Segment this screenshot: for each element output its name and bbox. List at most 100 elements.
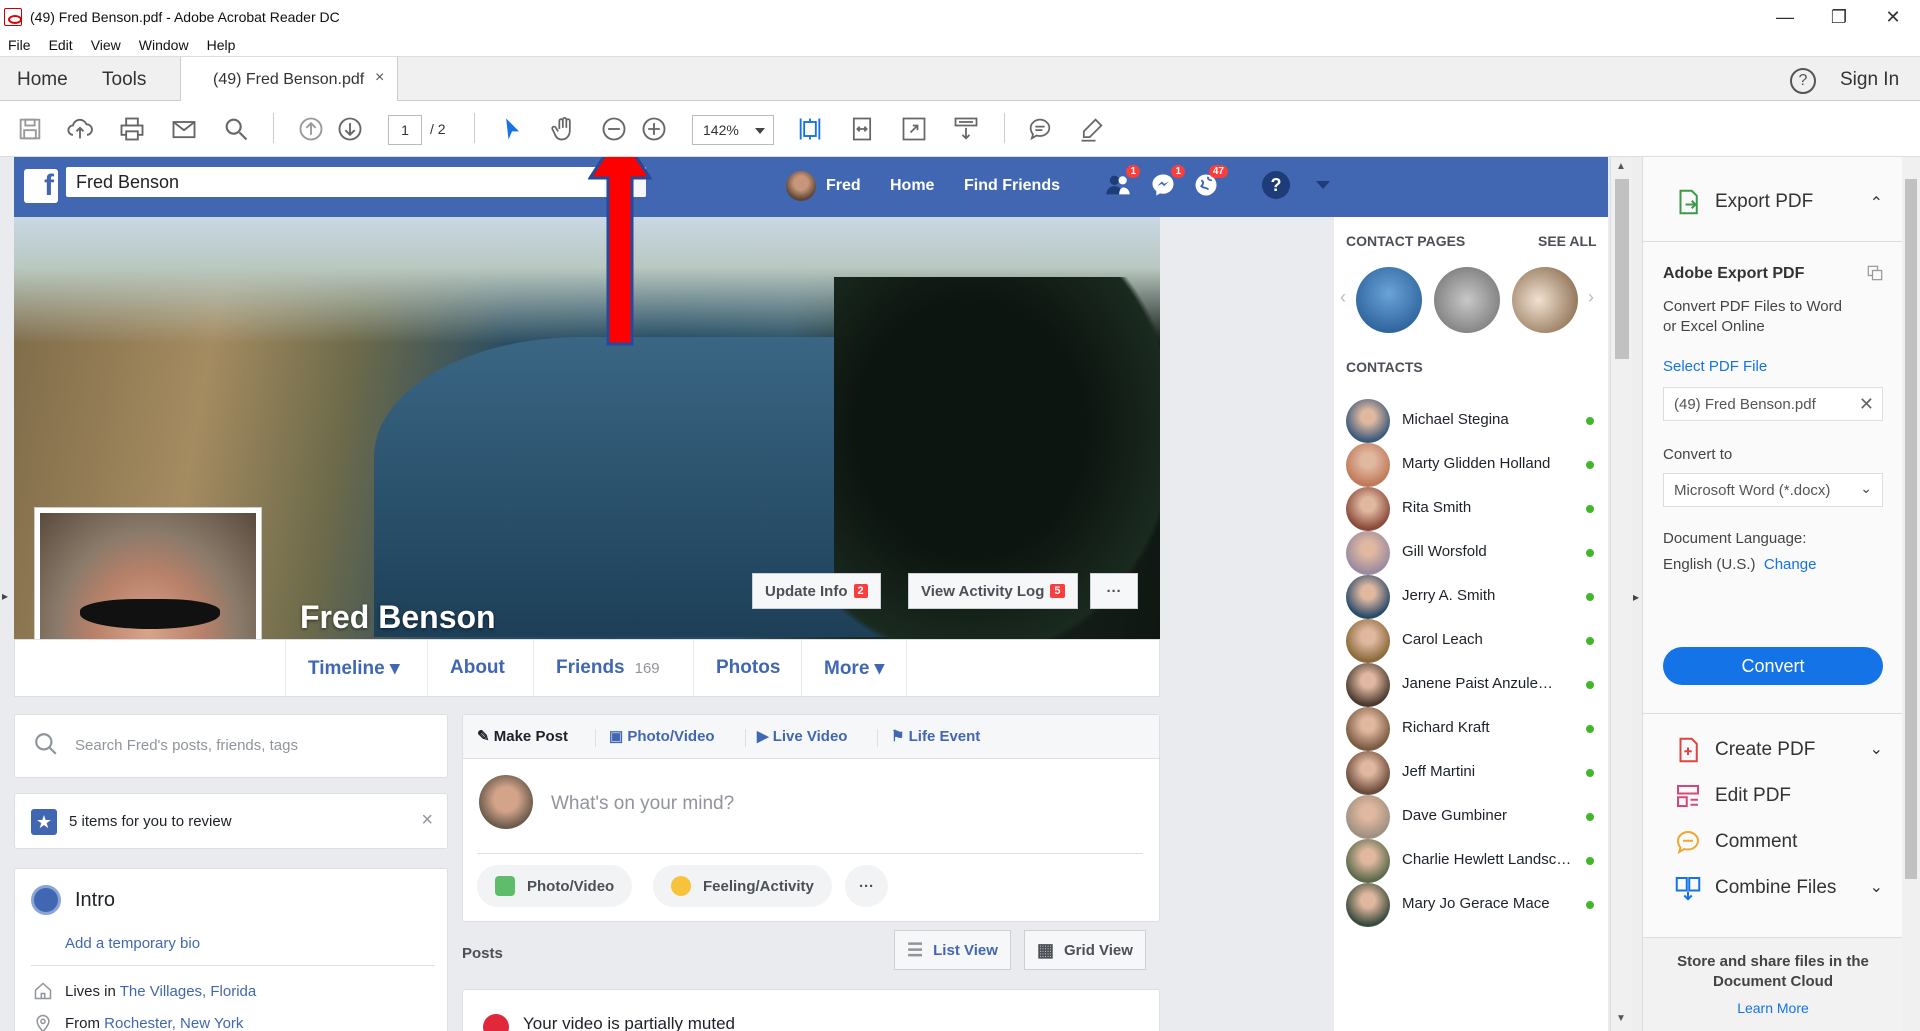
feeling-activity-pill[interactable]: Feeling/Activity [653,865,832,907]
list-view-button[interactable]: ☰ List View [894,930,1011,970]
zoom-in-icon[interactable] [638,113,670,145]
life-event-tab[interactable]: ⚑ Life Event [891,727,980,746]
update-info-button[interactable]: Update Info 2 [752,573,881,609]
facebook-search-input[interactable]: Fred Benson [66,167,646,197]
photo-video-tab[interactable]: ▣ Photo/Video [609,727,715,746]
menu-help[interactable]: Help [207,37,236,53]
tab-timeline[interactable]: Timeline ▾ [285,640,422,696]
full-screen-icon[interactable] [898,113,930,145]
cover-photo[interactable]: Fred Benson Update Info 2 View Activity … [14,217,1160,639]
close-tab-icon[interactable]: × [375,69,384,87]
contact-page-avatar[interactable] [1434,267,1500,333]
document-viewport[interactable]: ▸ f Fred Benson Fred Home Find Friends 1… [0,157,1610,1031]
learn-more-link[interactable]: Learn More [1643,1000,1903,1016]
selected-file-field[interactable]: (49) Fred Benson.pdf ✕ [1663,387,1883,421]
document-scrollbar[interactable]: ▲ ▼ [1610,157,1632,1031]
composer-input[interactable]: What's on your mind? [551,793,734,815]
comment-icon[interactable] [1024,113,1056,145]
help-icon[interactable]: ? [1790,68,1816,94]
close-window-button[interactable]: ✕ [1866,0,1920,34]
collapse-left-pane-icon[interactable]: ▸ [2,589,8,603]
from-link[interactable]: Rochester, New York [104,1015,243,1031]
carousel-next-icon[interactable]: › [1588,287,1594,308]
select-cursor-icon[interactable] [496,113,528,145]
contact-row[interactable]: Mary Jo Gerace Mace [1334,877,1608,931]
notifications-globe-icon[interactable]: 47 [1192,165,1228,199]
change-language-link[interactable]: Change [1764,556,1817,573]
photo-video-pill[interactable]: Photo/Video [477,865,633,907]
zoom-out-icon[interactable] [598,113,630,145]
fit-width-icon[interactable] [846,113,878,145]
messages-icon[interactable]: 1 [1149,165,1185,199]
review-items-card[interactable]: ★ 5 items for you to review × [14,793,448,849]
grid-view-button[interactable]: ▦ Grid View [1024,930,1146,970]
sign-in-link[interactable]: Sign In [1840,69,1899,91]
combine-files-tool[interactable]: Combine Files ⌄ [1643,865,1903,911]
create-pdf-tool[interactable]: Create PDF ⌄ [1643,727,1903,773]
tab-document[interactable]: (49) Fred Benson.pdf × [180,57,398,102]
clear-file-icon[interactable]: ✕ [1859,394,1874,415]
scroll-up-icon[interactable]: ▲ [1616,161,1626,172]
previous-page-icon[interactable] [295,113,327,145]
composer-more-pill[interactable]: ··· [845,865,888,907]
tab-photos[interactable]: Photos [693,640,802,696]
contact-page-avatar[interactable] [1512,267,1578,333]
export-pdf-header[interactable]: Export PDF ⌃ [1643,157,1903,241]
copy-icon[interactable] [1865,263,1885,283]
lives-in-link[interactable]: The Villages, Florida [120,983,256,1000]
nav-profile-link[interactable]: Fred [826,177,861,195]
menu-window[interactable]: Window [139,37,189,53]
next-page-icon[interactable] [334,113,366,145]
scroll-down-icon[interactable]: ▼ [1616,1013,1626,1024]
view-activity-log-button[interactable]: View Activity Log 5 [908,573,1078,609]
comment-tool[interactable]: Comment [1643,819,1903,865]
fit-page-icon[interactable] [794,113,826,145]
profile-name[interactable]: Fred Benson [300,599,496,636]
live-video-tab[interactable]: ▶ Live Video [757,727,847,746]
nav-find-friends-link[interactable]: Find Friends [964,177,1060,195]
review-items-text[interactable]: 5 items for you to review [69,813,232,830]
collapse-chevron-icon[interactable]: ⌃ [1870,193,1883,213]
minimize-button[interactable]: — [1758,0,1812,34]
see-all-link[interactable]: SEE ALL [1538,233,1597,249]
menu-view[interactable]: View [91,37,121,53]
tab-more[interactable]: More ▾ [801,640,908,696]
tab-tools[interactable]: Tools [102,69,146,91]
save-icon[interactable] [14,113,46,145]
menu-edit[interactable]: Edit [49,37,73,53]
expand-chevron-icon[interactable]: ⌄ [1870,739,1883,759]
search-posts-box[interactable]: Search Fred's posts, friends, tags [14,714,448,778]
right-panel-scrollbar[interactable] [1902,157,1920,1031]
page-number-input[interactable]: 1 [388,115,422,145]
print-icon[interactable] [116,113,148,145]
restore-button[interactable]: ❐ [1812,0,1866,34]
facebook-logo-icon[interactable]: f [24,169,58,203]
user-avatar[interactable] [786,171,816,201]
profile-picture-frame[interactable] [34,507,262,639]
convert-to-select[interactable]: Microsoft Word (*.docx) ⌄ [1663,473,1883,507]
dismiss-review-icon[interactable]: × [421,809,433,832]
highlight-pen-icon[interactable] [1076,113,1108,145]
expand-pane-arrow-icon[interactable]: ▸ [1633,590,1639,604]
document-scroll-thumb[interactable] [1615,179,1629,359]
right-panel-scroll-thumb[interactable] [1905,179,1917,879]
tab-friends[interactable]: Friends 169 [533,640,682,696]
search-icon[interactable] [220,113,252,145]
account-menu-caret-icon[interactable] [1316,181,1330,189]
nav-home-link[interactable]: Home [890,177,934,195]
menu-file[interactable]: File [8,37,31,53]
select-pdf-file-link[interactable]: Select PDF File [1663,357,1767,377]
carousel-prev-icon[interactable]: ‹ [1340,287,1346,308]
edit-pdf-tool[interactable]: Edit PDF [1643,773,1903,819]
scroll-mode-icon[interactable] [950,113,982,145]
make-post-tab[interactable]: ✎ Make Post [477,727,568,746]
facebook-help-icon[interactable]: ? [1262,171,1290,199]
tab-home[interactable]: Home [17,69,68,91]
zoom-level-select[interactable]: 142% [692,115,774,145]
upload-cloud-icon[interactable] [64,113,96,145]
cover-more-button[interactable]: ··· [1090,573,1138,609]
contact-page-avatar[interactable] [1356,267,1422,333]
expand-chevron-icon[interactable]: ⌄ [1870,877,1883,897]
add-bio-link[interactable]: Add a temporary bio [65,935,200,952]
email-icon[interactable] [168,113,200,145]
